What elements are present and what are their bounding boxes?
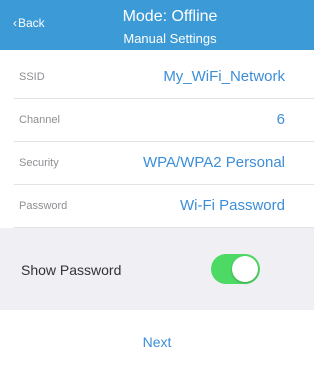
channel-row[interactable]: Channel 6 [0, 99, 314, 142]
password-row[interactable]: Password Wi-Fi Password [0, 185, 314, 228]
toggle-knob [232, 256, 258, 282]
show-password-section: Show Password [0, 228, 314, 310]
password-label: Password [19, 200, 68, 212]
security-field[interactable]: WPA/WPA2 Personal [143, 154, 285, 171]
page-title: Mode: Offline [122, 8, 218, 25]
channel-label: Channel [19, 114, 60, 126]
settings-table: SSID My_WiFi_Network Channel 6 Security … [0, 56, 314, 228]
security-row[interactable]: Security WPA/WPA2 Personal [0, 142, 314, 185]
nav-header: ‹ Back Mode: Offline Manual Settings [0, 0, 314, 50]
next-button[interactable]: Next [0, 334, 314, 350]
channel-field[interactable]: 6 [277, 111, 285, 128]
password-field[interactable]: Wi-Fi Password [180, 197, 285, 214]
security-label: Security [19, 157, 59, 169]
show-password-label: Show Password [21, 262, 122, 278]
ssid-field[interactable]: My_WiFi_Network [163, 68, 285, 85]
ssid-row[interactable]: SSID My_WiFi_Network [0, 56, 314, 99]
show-password-toggle[interactable] [211, 254, 260, 284]
page-subtitle: Manual Settings [123, 31, 217, 46]
ssid-label: SSID [19, 71, 45, 83]
